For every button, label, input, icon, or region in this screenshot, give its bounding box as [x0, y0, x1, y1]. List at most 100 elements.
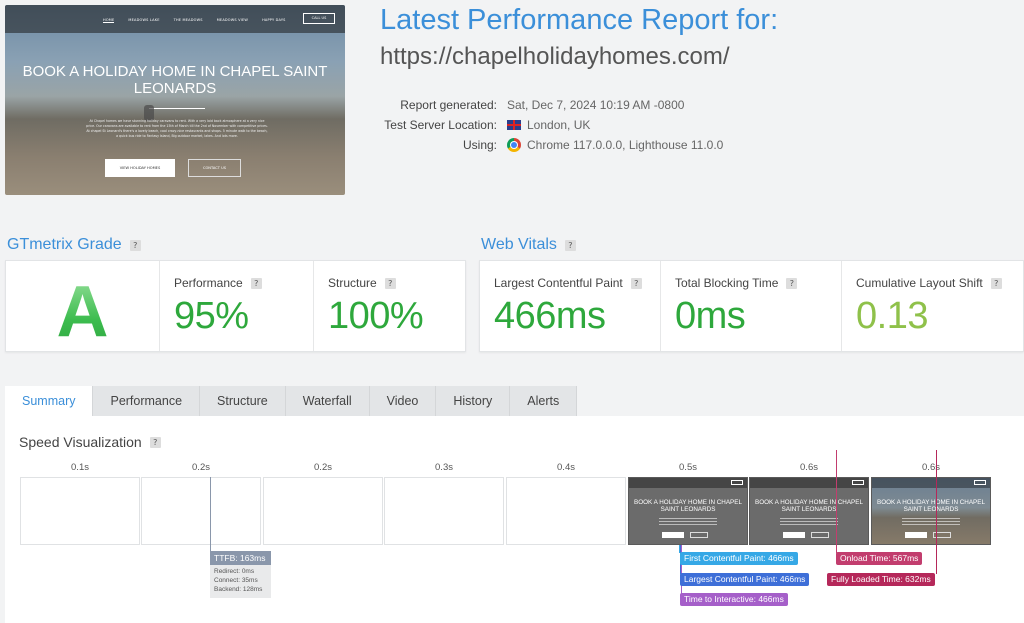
- report-url[interactable]: https://chapelholidayhomes.com/: [380, 43, 730, 71]
- fully-loaded-line: [936, 450, 937, 574]
- summary-panel: Speed Visualization ? 0.1s 0.2s 0.2s 0.3…: [5, 416, 1024, 623]
- page-screenshot-thumbnail[interactable]: HOME MEADOWS LAKE THE MEADOWS MEADOWS VI…: [5, 5, 345, 195]
- meta-value: London, UK: [527, 118, 591, 132]
- ttfb-connect: Connect: 35ms: [214, 577, 258, 584]
- meta-label: Test Server Location:: [384, 118, 497, 132]
- structure-value: 100%: [328, 295, 424, 337]
- frame-headline: BOOK A HOLIDAY HOME IN CHAPEL SAINT LEON…: [634, 499, 742, 513]
- report-tabs: Summary Performance Structure Waterfall …: [5, 386, 578, 416]
- lcp-value: 466ms: [494, 295, 606, 337]
- filmstrip-frame[interactable]: [20, 477, 140, 545]
- meta-value: Sat, Dec 7, 2024 10:19 AM -0800: [507, 98, 685, 112]
- help-icon[interactable]: ?: [786, 277, 798, 289]
- grade-cell: A: [6, 261, 160, 353]
- meta-row-using: Using: Chrome 117.0.0.0, Lighthouse 11.0…: [380, 135, 1020, 155]
- help-icon[interactable]: ?: [564, 239, 576, 251]
- frame-time: 0.6s: [922, 462, 940, 473]
- ttfb-label: TTFB: 163ms: [210, 551, 271, 565]
- meta-row-location: Test Server Location: London, UK: [380, 115, 1020, 135]
- grade-letter: A: [6, 271, 159, 353]
- thumbnail-call-button: CALL US: [303, 13, 335, 24]
- onload-marker: Onload Time: 567ms: [836, 552, 923, 565]
- frame-time: 0.5s: [679, 462, 697, 473]
- frame-call-button: [974, 480, 986, 485]
- thumbnail-nav-item: HOME: [103, 18, 115, 23]
- meta-label: Report generated:: [400, 98, 497, 112]
- tbt-label: Total Blocking Time: [675, 276, 779, 290]
- filmstrip-frame[interactable]: BOOK A HOLIDAY HOME IN CHAPEL SAINT LEON…: [628, 477, 748, 545]
- ttfb-tooltip: TTFB: 163ms Redirect: 0ms Connect: 35ms …: [210, 551, 271, 598]
- filmstrip-frame[interactable]: [384, 477, 504, 545]
- filmstrip-frame[interactable]: [141, 477, 261, 545]
- report-title: Latest Performance Report for:: [380, 4, 779, 36]
- help-icon[interactable]: ?: [129, 239, 141, 251]
- structure-label: Structure: [328, 276, 377, 290]
- gtmetrix-grade-card: A Performance ? 95% Structure ? 100%: [5, 260, 466, 352]
- frame-time: 0.2s: [314, 462, 332, 473]
- cls-cell: Cumulative Layout Shift ? 0.13: [842, 261, 1023, 351]
- frame-body-text: [659, 518, 717, 527]
- frame-time: 0.4s: [557, 462, 575, 473]
- tab-waterfall[interactable]: Waterfall: [285, 386, 370, 416]
- performance-label: Performance: [174, 276, 243, 290]
- frame-body-text: [902, 518, 960, 527]
- report-meta: Report generated: Sat, Dec 7, 2024 10:19…: [380, 95, 1020, 155]
- tab-history[interactable]: History: [436, 386, 511, 416]
- meta-value: Chrome 117.0.0.0, Lighthouse 11.0.0: [527, 138, 724, 152]
- ttfb-line: [210, 477, 211, 552]
- tbt-label-wrap: Total Blocking Time ?: [675, 276, 798, 290]
- frame-button: [811, 532, 829, 538]
- filmstrip-frame[interactable]: [263, 477, 383, 545]
- help-icon[interactable]: ?: [384, 277, 396, 289]
- tbt-value: 0ms: [675, 295, 746, 337]
- web-vitals-label: Web Vitals: [481, 236, 557, 253]
- tab-summary[interactable]: Summary: [5, 386, 94, 416]
- frame-headline: BOOK A HOLIDAY HOME IN CHAPEL SAINT LEON…: [755, 499, 863, 513]
- tab-performance[interactable]: Performance: [93, 386, 201, 416]
- thumbnail-nav-item: THE MEADOWS: [173, 18, 203, 22]
- web-vitals-title: Web Vitals ?: [481, 236, 576, 254]
- frame-body-text: [780, 518, 838, 527]
- frame-nav: [750, 478, 868, 488]
- uk-flag-icon: [507, 120, 521, 130]
- tab-alerts[interactable]: Alerts: [510, 386, 578, 416]
- help-icon[interactable]: ?: [250, 277, 262, 289]
- help-icon[interactable]: ?: [149, 436, 161, 448]
- tbt-cell: Total Blocking Time ? 0ms: [661, 261, 842, 351]
- fully-loaded-marker: Fully Loaded Time: 632ms: [827, 573, 935, 586]
- cls-label: Cumulative Layout Shift: [856, 276, 983, 290]
- thumbnail-nav-item: HAPPY DAYS: [262, 18, 286, 22]
- lcp-marker: Largest Contentful Paint: 466ms: [680, 573, 810, 586]
- meta-value-wrap: Chrome 117.0.0.0, Lighthouse 11.0.0: [507, 138, 723, 152]
- filmstrip-frame[interactable]: BOOK A HOLIDAY HOME IN CHAPEL SAINT LEON…: [871, 477, 991, 545]
- meta-value-wrap: London, UK: [507, 118, 590, 132]
- performance-value: 95%: [174, 295, 249, 337]
- web-vitals-card: Largest Contentful Paint ? 466ms Total B…: [479, 260, 1024, 352]
- frame-headline: BOOK A HOLIDAY HOME IN CHAPEL SAINT LEON…: [877, 499, 985, 513]
- ttfb-redirect: Redirect: 0ms: [214, 568, 255, 575]
- meta-label: Using:: [462, 138, 497, 152]
- speed-visualization-title: Speed Visualization ?: [19, 434, 161, 450]
- chrome-icon: [507, 138, 521, 152]
- structure-cell: Structure ? 100%: [314, 261, 465, 351]
- thumbnail-body-text: At Chapel homes we have stunning holiday…: [86, 119, 268, 138]
- frame-time: 0.1s: [71, 462, 89, 473]
- gtmetrix-grade-label: GTmetrix Grade: [7, 236, 122, 253]
- frame-button: [662, 532, 684, 538]
- filmstrip-frame[interactable]: [506, 477, 626, 545]
- frame-button: [905, 532, 927, 538]
- speed-visualization-label: Speed Visualization: [19, 434, 142, 450]
- gtmetrix-grade-title: GTmetrix Grade ?: [7, 236, 141, 254]
- filmstrip-frame[interactable]: BOOK A HOLIDAY HOME IN CHAPEL SAINT LEON…: [749, 477, 869, 545]
- meta-value-wrap: Sat, Dec 7, 2024 10:19 AM -0800: [507, 98, 684, 112]
- thumbnail-nav-item: MEADOWS VIEW: [216, 18, 249, 22]
- help-icon[interactable]: ?: [990, 277, 1002, 289]
- help-icon[interactable]: ?: [630, 277, 642, 289]
- performance-cell: Performance ? 95%: [160, 261, 314, 351]
- tab-video[interactable]: Video: [369, 386, 437, 416]
- frame-call-button: [852, 480, 864, 485]
- frame-nav: [872, 478, 990, 488]
- ttfb-backend: Backend: 128ms: [214, 586, 263, 593]
- tab-structure[interactable]: Structure: [200, 386, 286, 416]
- lcp-cell: Largest Contentful Paint ? 466ms: [480, 261, 661, 351]
